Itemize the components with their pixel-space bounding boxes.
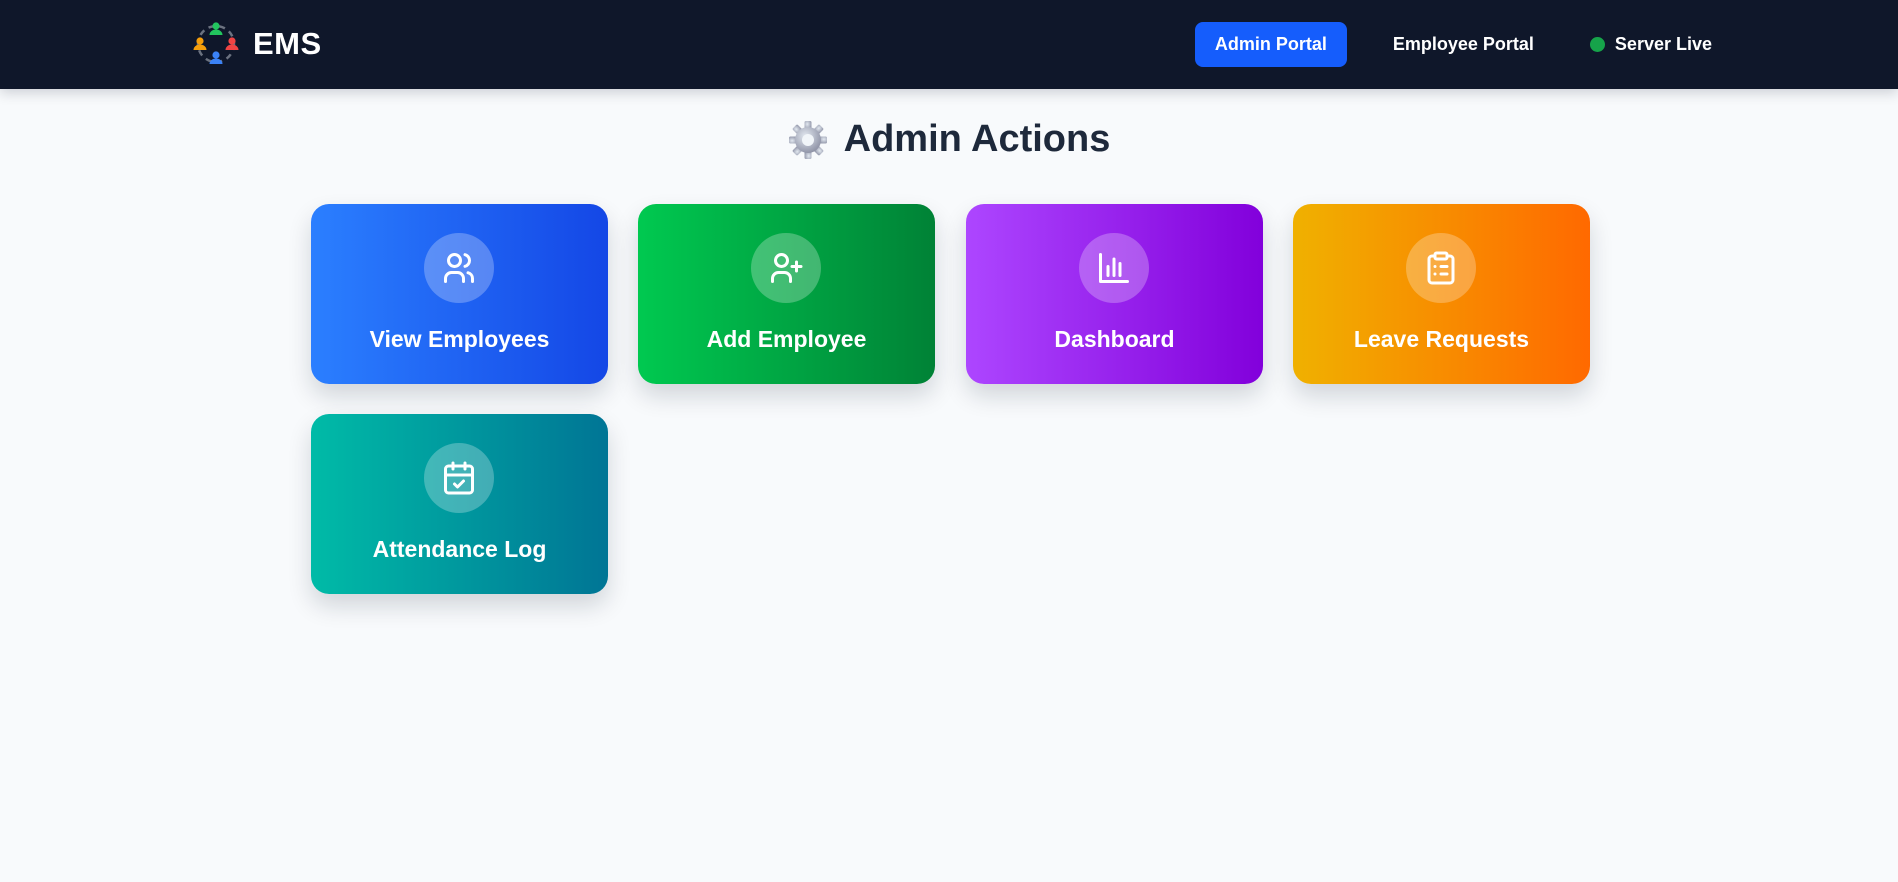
status-dot-icon [1589, 37, 1605, 52]
nav-links: Admin Portal Employee Portal Server Live [1194, 22, 1712, 67]
page-header: Admin Actions [0, 118, 1898, 161]
user-plus-icon [751, 233, 821, 303]
users-icon [424, 233, 494, 303]
page-title: Admin Actions [843, 118, 1111, 160]
top-navbar: EMS Admin Portal Employee Portal Server … [0, 0, 1898, 89]
card-label: Attendance Log [372, 536, 547, 562]
gear-icon [788, 120, 827, 159]
view-employees-card[interactable]: View Employees [311, 204, 608, 384]
brand-name: EMS [253, 26, 322, 61]
bar-chart-icon [1079, 233, 1149, 303]
calendar-check-icon [424, 443, 494, 513]
server-status: Server Live [1580, 34, 1712, 55]
admin-portal-button[interactable]: Admin Portal [1194, 22, 1347, 67]
card-label: Leave Requests [1353, 326, 1530, 352]
leave-requests-card[interactable]: Leave Requests [1293, 204, 1590, 384]
brand[interactable]: EMS [193, 20, 322, 68]
clipboard-list-icon [1406, 233, 1476, 303]
card-label: Dashboard [1054, 326, 1175, 352]
card-label: View Employees [369, 326, 550, 352]
add-employee-card[interactable]: Add Employee [638, 204, 935, 384]
card-label: Add Employee [706, 326, 867, 352]
team-circle-logo-icon [193, 22, 239, 64]
attendance-log-card[interactable]: Attendance Log [311, 414, 608, 594]
dashboard-card[interactable]: Dashboard [966, 204, 1263, 384]
employee-portal-button[interactable]: Employee Portal [1373, 22, 1554, 67]
server-status-label: Server Live [1614, 34, 1712, 54]
